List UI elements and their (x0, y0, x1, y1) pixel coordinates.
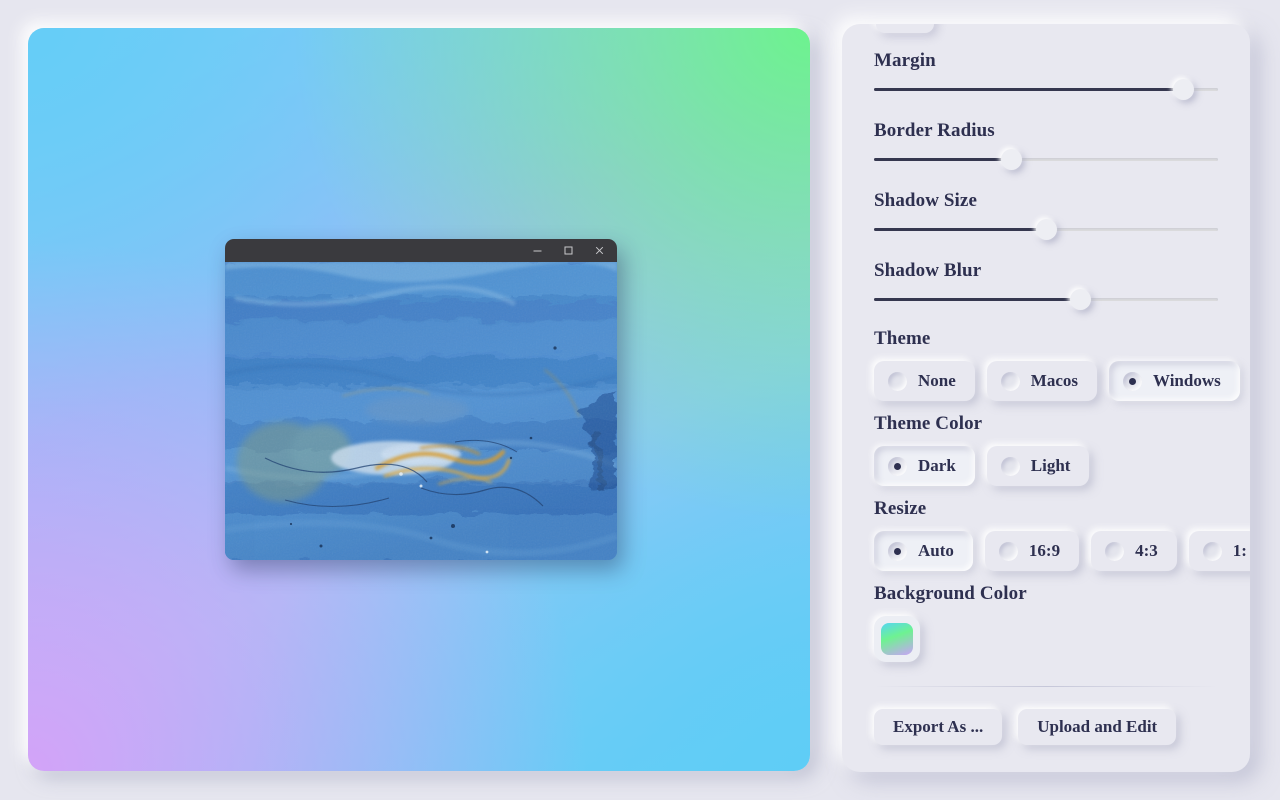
close-icon[interactable] (584, 239, 615, 262)
shadow-blur-label: Shadow Blur (874, 260, 982, 281)
maximize-icon[interactable] (553, 239, 584, 262)
mock-window-titlebar (225, 239, 617, 262)
radio-selected-icon (1123, 371, 1142, 391)
theme-option-label: Macos (1030, 371, 1078, 390)
shadow-size-label: Shadow Size (874, 190, 977, 211)
shadow-blur-slider-thumb[interactable] (1069, 288, 1091, 310)
swatch-gradient-preview (881, 623, 913, 655)
theme-color-options: Dark Light (874, 435, 1218, 486)
resize-option-label: 1: (1232, 541, 1247, 560)
background-color-swatch[interactable] (874, 616, 920, 662)
margin-label: Margin (874, 50, 936, 71)
resize-option-label: Auto (918, 541, 954, 560)
theme-color-label: Theme Color (874, 413, 983, 434)
resize-option-4-3[interactable]: 4:3 (1091, 531, 1177, 571)
theme-option-none[interactable]: None (874, 361, 975, 401)
radio-icon (998, 541, 1018, 561)
theme-options: None Macos Windows (874, 350, 1240, 401)
mock-window-screenshot (225, 262, 617, 560)
border-radius-slider-fill (874, 157, 1012, 161)
resize-option-16-9[interactable]: 16:9 (984, 531, 1080, 571)
shadow-size-slider-track[interactable] (874, 218, 1218, 240)
setting-margin: Margin (874, 50, 1218, 106)
theme-option-macos[interactable]: Macos (986, 361, 1097, 401)
panel-footer: Export As ... Upload and Edit (874, 687, 1218, 745)
border-radius-slider-thumb[interactable] (1001, 148, 1023, 170)
radio-icon (1000, 371, 1020, 391)
shadow-size-slider-fill (874, 227, 1046, 231)
settings-scroll-area[interactable]: Margin Border Radius Shadow Size Shadow … (842, 24, 1250, 772)
shadow-blur-slider[interactable] (874, 282, 1218, 316)
shadow-blur-slider-fill (874, 297, 1081, 301)
minimize-icon[interactable] (522, 239, 553, 262)
margin-slider-fill (874, 87, 1184, 91)
setting-theme-color: Theme Color Dark Light (874, 413, 1218, 486)
setting-border-radius: Border Radius (874, 120, 1218, 176)
setting-resize: Resize Auto 16:9 4:3 1: (874, 498, 1250, 571)
export-as-button[interactable]: Export As ... (874, 709, 1003, 745)
resize-label: Resize (874, 498, 927, 519)
theme-option-label: Windows (1153, 371, 1221, 390)
margin-slider[interactable] (874, 72, 1218, 106)
margin-slider-thumb[interactable] (1173, 78, 1195, 100)
setting-theme: Theme None Macos Windows (874, 328, 1240, 401)
border-radius-slider-track[interactable] (874, 148, 1218, 170)
mock-window-frame[interactable] (225, 239, 617, 560)
shadow-blur-slider-track[interactable] (874, 288, 1218, 310)
resize-option-1-1[interactable]: 1: (1188, 531, 1250, 571)
theme-color-option-light[interactable]: Light (986, 446, 1090, 486)
background-color-label: Background Color (874, 583, 1027, 604)
resize-options: Auto 16:9 4:3 1: (874, 520, 1250, 571)
resize-option-label: 4:3 (1135, 541, 1158, 560)
preview-canvas[interactable] (28, 28, 810, 771)
radio-selected-icon (888, 456, 907, 476)
upload-and-edit-button[interactable]: Upload and Edit (1018, 709, 1177, 745)
shadow-size-slider-thumb[interactable] (1035, 218, 1057, 240)
setting-shadow-size: Shadow Size (874, 190, 1218, 246)
theme-color-option-label: Dark (918, 456, 956, 475)
border-radius-label: Border Radius (874, 120, 995, 141)
canvas-gradient-background (28, 28, 810, 771)
settings-panel: Margin Border Radius Shadow Size Shadow … (842, 24, 1250, 772)
setting-background-color: Background Color (874, 583, 1218, 662)
margin-slider-track[interactable] (874, 78, 1218, 100)
radio-icon (1105, 541, 1125, 561)
radio-icon (1202, 541, 1222, 561)
setting-shadow-blur: Shadow Blur (874, 260, 1218, 316)
theme-label: Theme (874, 328, 931, 349)
resize-option-auto[interactable]: Auto (874, 531, 973, 571)
theme-option-label: None (918, 371, 956, 390)
theme-color-option-label: Light (1030, 456, 1071, 475)
border-radius-slider[interactable] (874, 142, 1218, 176)
radio-selected-icon (888, 541, 907, 561)
background-color-swatches (874, 605, 1218, 662)
app-root: Margin Border Radius Shadow Size Shadow … (0, 0, 1280, 800)
radio-icon (888, 371, 907, 391)
theme-color-option-dark[interactable]: Dark (874, 446, 975, 486)
radio-icon (1000, 456, 1020, 476)
theme-option-windows[interactable]: Windows (1109, 361, 1240, 401)
shadow-size-slider[interactable] (874, 212, 1218, 246)
resize-option-label: 16:9 (1028, 541, 1061, 560)
